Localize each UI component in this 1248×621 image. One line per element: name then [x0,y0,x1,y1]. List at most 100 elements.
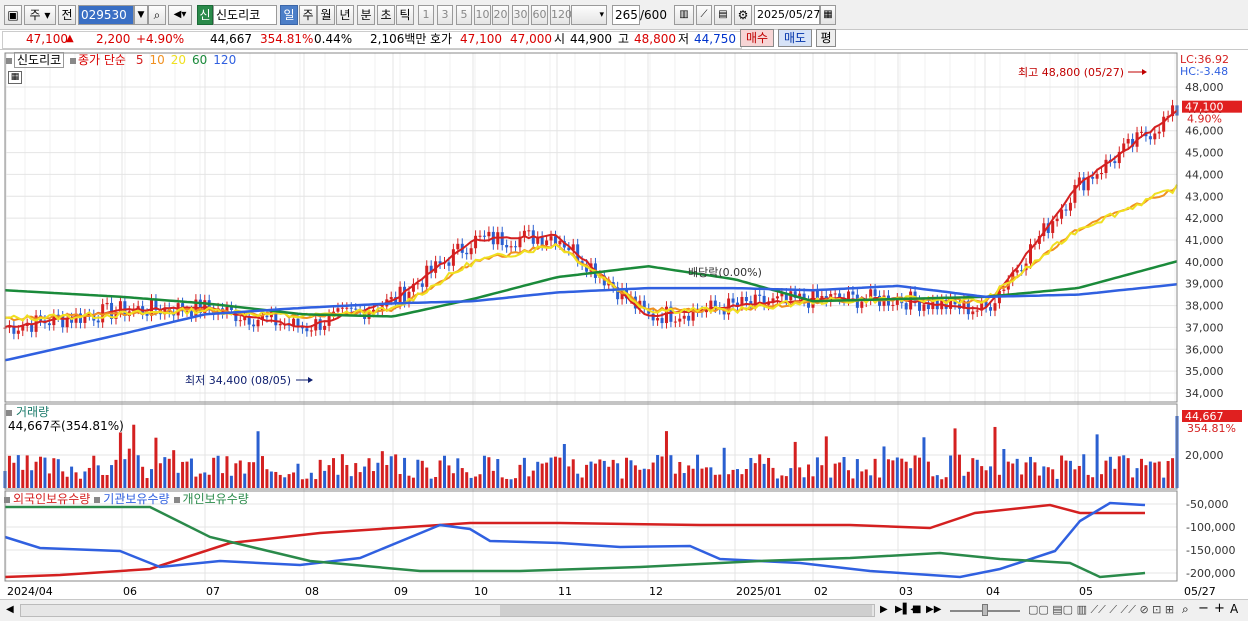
volume-bar [203,472,207,488]
interval-button[interactable]: 20 [492,5,509,25]
stock-code-input[interactable]: 029530 [78,5,134,25]
prev-button[interactable]: 전 [58,5,76,25]
volume-bar [873,458,877,488]
ask-label: 호가 [430,32,453,46]
interval-button[interactable]: 10 [474,5,491,25]
search-icon[interactable]: ⌕ [148,5,166,25]
volume-bar [221,473,225,488]
volume-bar [527,476,531,488]
candle-body [105,302,109,305]
stop-icon[interactable]: ■ [912,604,921,615]
volume-bar [105,474,109,488]
stock-name-field[interactable]: 신도리코 [213,5,277,25]
period-button[interactable]: 주 [299,5,317,25]
interval-button[interactable]: 120 [550,5,572,25]
candle-body [775,296,779,299]
period-button[interactable]: 년 [336,5,354,25]
font-size-icon[interactable]: A [1230,602,1238,616]
x-axis-label: 2025/01 [736,585,782,598]
holdings-y-label: -50,000 [1186,498,1228,511]
open-price: 44,900 [570,32,612,46]
date-input[interactable]: 2025/05/27 [754,5,820,25]
volume-bar [891,460,895,488]
period-button[interactable]: 월 [317,5,335,25]
code-dropdown-button[interactable]: ▼ [134,5,148,25]
volume-bar [611,459,615,488]
grid-toggle-icon[interactable]: ▦ [8,71,22,84]
scroll-right-icon[interactable]: ▶ [880,604,888,615]
eval-button[interactable]: 평 [816,29,836,47]
holdings-y-label: -100,000 [1186,521,1235,534]
interval-button[interactable]: 30 [512,5,529,25]
legend-square-icon [4,497,10,503]
candle-body [993,303,997,311]
candle-body [309,330,313,332]
interval-button[interactable]: 60 [531,5,548,25]
calendar-icon[interactable]: ▦ [820,5,836,25]
candle-body [16,330,20,334]
sell-button[interactable]: 매도 [778,29,812,47]
period-button[interactable]: 분 [357,5,375,25]
volume-bar [718,474,722,488]
period-button[interactable]: 틱 [396,5,414,25]
volume-bar [940,479,944,488]
price-chart[interactable]: 2024/04 06 07 08 09 10 11 12 2025/01 02 03 04 05 05/2… [0,51,1248,599]
candle-body [678,318,682,322]
x-axis-label: 09 [394,585,408,598]
volume-bar [1055,478,1059,488]
plus-icon[interactable]: + [1214,601,1225,616]
high-price: 48,800 [634,32,676,46]
line-tool-icon[interactable]: ⟋ [696,5,712,25]
volume-bar [580,477,584,488]
candle-body [469,248,473,255]
volume-bar [895,457,899,488]
interval-button[interactable]: 3 [437,5,453,25]
candle-type-icon[interactable]: ▥ [674,5,694,25]
fast-forward-icon[interactable]: ▶▶ [926,604,941,615]
market-select[interactable]: 주 ▾ [24,5,56,25]
volume-bar [558,457,562,488]
volume-bar [132,424,136,488]
scroll-left-icon[interactable]: ◀ [6,604,14,615]
period-button[interactable]: 초 [377,5,395,25]
candle-body [514,246,518,248]
count-input[interactable]: 265 [612,5,640,25]
scroll-thumb[interactable] [500,605,872,616]
interval-button[interactable]: 1 [418,5,434,25]
volume-bar [918,457,922,488]
volume-bar [274,471,278,488]
candle-body [420,283,424,287]
volume-bar [562,444,566,488]
x-axis-label: 11 [558,585,572,598]
zoom-out-icon[interactable]: ⌕ [1182,602,1189,617]
interval-button[interactable]: 5 [456,5,472,25]
zoom-slider-thumb[interactable] [982,604,988,616]
x-axis-label: 08 [305,585,319,598]
volume-bar [709,467,713,488]
volume-bar [1144,465,1148,488]
volume-bar [962,475,966,488]
volume-bar [216,455,220,488]
chart-settings-icon[interactable]: ▣ [4,5,22,25]
candle-body [926,304,930,310]
candle-body [820,296,824,298]
gear-icon[interactable]: ⚙ [734,5,752,25]
save-icon[interactable]: ▤ [714,5,732,25]
volume-bar [815,457,819,488]
volume-title: 거래량 [16,405,50,419]
candle-body [345,307,349,309]
period-button[interactable]: 일 [280,5,298,25]
low-price: 44,750 [694,32,736,46]
toolbar-icons[interactable]: ▢▢ ▤▢ ▥ ⟋⟋ ⟋ ⟋⟋ ⊘ ⊡ ⊞ [1028,603,1174,617]
volume-bar [633,465,637,488]
price-pct-tag: 4.90% [1187,113,1222,126]
speaker-icon[interactable]: ◀▾ [168,5,192,25]
volume-bar [753,463,757,488]
price-legend: 신도리코 종가 단순 5 10 20 60 120 [6,52,236,68]
x-axis-label: 05 [1079,585,1093,598]
interval-dropdown[interactable]: ▾ [571,5,607,25]
volume-bar [87,467,91,488]
minus-icon[interactable]: − [1198,601,1209,616]
buy-button[interactable]: 매수 [740,29,774,47]
y-axis-label: 45,000 [1185,147,1224,160]
